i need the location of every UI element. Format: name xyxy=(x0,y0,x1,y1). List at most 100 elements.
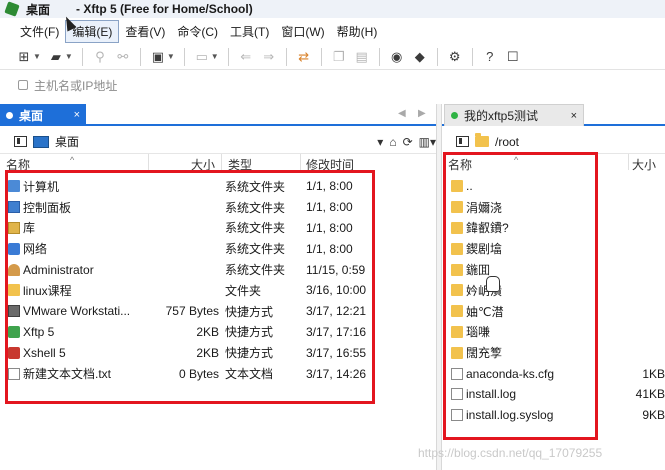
list-item[interactable]: .. xyxy=(449,176,665,197)
connect-icon[interactable]: ⚲ xyxy=(90,47,110,67)
path-dropdown-chevron-icon[interactable]: ▾ xyxy=(377,135,383,149)
help-icon[interactable]: ? xyxy=(480,47,500,67)
new-session-icon[interactable]: ⊞ xyxy=(14,47,34,67)
chevron-down-icon[interactable]: ▼ xyxy=(65,52,73,61)
file-name: 网络 xyxy=(23,242,48,257)
list-item[interactable]: 妗岄潰 xyxy=(449,280,665,301)
list-item[interactable]: 涓嬭浇 xyxy=(449,197,665,218)
file-type: 系统文件夹 xyxy=(225,242,286,257)
view-toggle-icon[interactable] xyxy=(14,136,27,147)
list-item[interactable]: Administrator 系统文件夹 11/15, 0:59 xyxy=(6,259,374,280)
list-item[interactable]: 计算机 系统文件夹 1/1, 8:00 xyxy=(6,176,374,197)
copy-icon[interactable]: ❐ xyxy=(329,47,349,67)
file-name: 瑙嗛 xyxy=(466,325,491,340)
list-item[interactable]: 鍏叡鐨? xyxy=(449,218,665,239)
menu-window[interactable]: 窗口(W) xyxy=(275,21,330,42)
list-item[interactable]: 网络 系统文件夹 1/1, 8:00 xyxy=(6,238,374,259)
menu-help[interactable]: 帮助(H) xyxy=(331,21,384,42)
column-header-modified[interactable]: 修改时间 xyxy=(306,156,354,173)
list-item[interactable]: 新建文本文档.txt 0 Bytes 文本文档 3/17, 14:26 xyxy=(6,363,374,384)
refresh-icon[interactable]: ⟳ xyxy=(403,135,413,149)
settings-gear-icon[interactable]: ⚙ xyxy=(445,47,465,67)
back-arrow-icon[interactable]: ⇐ xyxy=(236,47,256,67)
chevron-down-icon[interactable]: ▼ xyxy=(211,52,219,61)
file-name: 库 xyxy=(23,221,36,236)
list-item[interactable]: 库 系统文件夹 1/1, 8:00 xyxy=(6,218,374,239)
tab-close-icon[interactable]: × xyxy=(571,110,577,122)
transfer-icon[interactable]: ⇄ xyxy=(294,47,314,67)
right-path-bar: /root xyxy=(446,130,665,154)
file-size: 2KB xyxy=(196,345,219,360)
list-item[interactable]: 鍦囬 xyxy=(449,259,665,280)
column-header-size[interactable]: 大小 xyxy=(191,156,215,173)
tab-label: 桌面 xyxy=(19,108,44,123)
menu-file[interactable]: 文件(F) xyxy=(14,21,65,42)
layout-icon[interactable]: ▭ xyxy=(192,47,212,67)
list-item[interactable]: anaconda-ks.cfg 1KB xyxy=(449,363,665,384)
disconnect-icon[interactable]: ⚯ xyxy=(113,47,133,67)
list-item[interactable]: 闊充箰 xyxy=(449,342,665,363)
hand-cursor-icon xyxy=(486,276,500,292)
column-header-type[interactable]: 类型 xyxy=(228,156,252,173)
properties-icon[interactable]: ▣ xyxy=(148,47,168,67)
file-name: install.log.syslog xyxy=(466,408,554,423)
list-item[interactable]: 控制面板 系统文件夹 1/1, 8:00 xyxy=(6,197,374,218)
list-item[interactable]: 鍥剧墖 xyxy=(449,238,665,259)
column-header-name[interactable]: 名称 xyxy=(6,156,30,173)
column-header-name[interactable]: 名称 xyxy=(448,156,472,173)
parent-folder-icon xyxy=(451,180,463,193)
left-path-text[interactable]: 桌面 xyxy=(55,133,79,150)
menu-view[interactable]: 查看(V) xyxy=(119,21,171,42)
column-divider[interactable] xyxy=(148,154,149,170)
list-item[interactable]: 妯℃澘 xyxy=(449,301,665,322)
column-divider[interactable] xyxy=(221,154,222,170)
view-toggle-icon[interactable] xyxy=(456,136,469,147)
folder-icon xyxy=(451,242,463,255)
toolbar-divider xyxy=(183,47,185,66)
menu-command[interactable]: 命令(C) xyxy=(171,21,224,42)
pane-layout-icon[interactable]: ▥▾ xyxy=(419,135,436,149)
column-header-size[interactable]: 大小 xyxy=(632,156,656,173)
file-name: .. xyxy=(466,179,473,194)
tab-remote-session[interactable]: 我的xftp5测试 × xyxy=(444,104,584,126)
file-type: 系统文件夹 xyxy=(225,263,286,278)
chat-icon[interactable]: ☐ xyxy=(503,47,523,67)
main-toolbar: ⊞ ▼ ▰ ▼ ⚲ ⚯ ▣ ▼ ▭ ▼ ⇐ ⇒ ⇄ ❐ ▤ ◉ ◆ ⚙ ? ☐ xyxy=(0,44,665,70)
column-divider[interactable] xyxy=(628,154,629,170)
list-item[interactable]: install.log.syslog 9KB xyxy=(449,405,665,426)
list-item[interactable]: Xshell 5 2KB 快捷方式 3/17, 16:55 xyxy=(6,342,374,363)
column-divider[interactable] xyxy=(300,154,301,170)
menu-tools[interactable]: 工具(T) xyxy=(224,21,275,42)
chevron-down-icon[interactable]: ▼ xyxy=(167,52,175,61)
tab-close-icon[interactable]: × xyxy=(74,109,80,121)
tab-scroll-left-icon[interactable]: ◀ xyxy=(398,108,406,119)
left-path-bar: 桌面 ▾ ⌂ ⟳ ▥▾ xyxy=(0,130,436,154)
xftp-icon[interactable]: ◆ xyxy=(410,47,430,67)
folder-icon xyxy=(451,284,463,297)
forward-arrow-icon[interactable]: ⇒ xyxy=(259,47,279,67)
text-file-icon xyxy=(451,367,463,380)
file-type: 系统文件夹 xyxy=(225,221,286,236)
open-folder-icon[interactable]: ▰ xyxy=(46,47,66,67)
text-file-icon xyxy=(451,388,463,401)
right-path-text[interactable]: /root xyxy=(495,135,519,149)
list-item[interactable]: linux课程 文件夹 3/16, 10:00 xyxy=(6,280,374,301)
folder-icon xyxy=(451,305,463,318)
tab-desktop[interactable]: 桌面 × xyxy=(0,104,86,126)
list-item[interactable]: VMware Workstati... 757 Bytes 快捷方式 3/17,… xyxy=(6,301,374,322)
list-item[interactable]: Xftp 5 2KB 快捷方式 3/17, 17:16 xyxy=(6,322,374,343)
paste-icon[interactable]: ▤ xyxy=(352,47,372,67)
file-name: Xftp 5 xyxy=(23,324,55,339)
pane-splitter[interactable] xyxy=(436,104,442,470)
chevron-down-icon[interactable]: ▼ xyxy=(33,52,41,61)
up-folder-icon[interactable]: ⌂ xyxy=(389,135,396,149)
xshell-icon[interactable]: ◉ xyxy=(387,47,407,67)
file-name: 鍥剧墖 xyxy=(466,242,503,257)
address-bar[interactable]: 主机名或IP地址 xyxy=(0,72,665,98)
list-item[interactable]: 瑙嗛 xyxy=(449,322,665,343)
host-address-input[interactable]: 主机名或IP地址 xyxy=(34,77,117,94)
tab-scroll-right-icon[interactable]: ▶ xyxy=(418,108,426,119)
list-item[interactable]: install.log 41KB xyxy=(449,384,665,405)
file-size: 1KB xyxy=(642,366,665,381)
vmware-shortcut-icon xyxy=(8,305,20,318)
